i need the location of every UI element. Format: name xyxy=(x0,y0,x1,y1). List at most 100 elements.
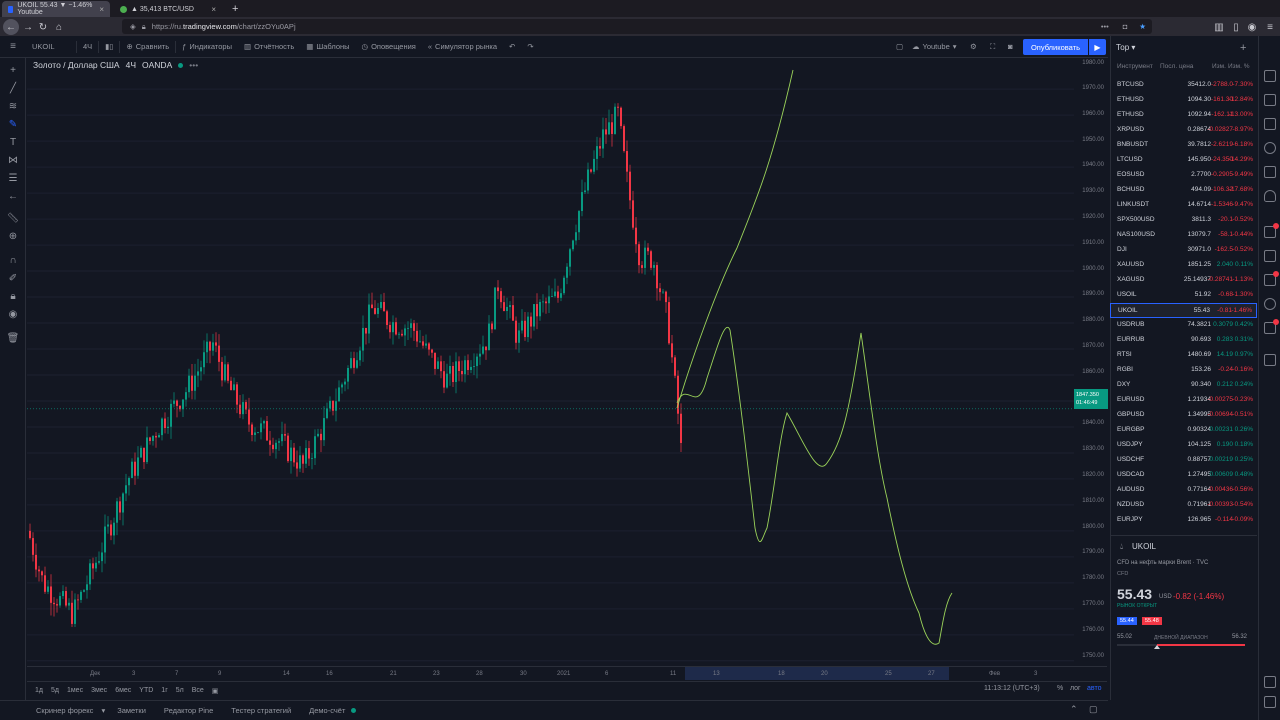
replay-button[interactable]: «Симулятор рынка xyxy=(422,36,503,58)
watchlist-row[interactable]: BNBUSDT 39.7812 -2.6219 -6.18% xyxy=(1110,138,1257,153)
candlestick-chart[interactable] xyxy=(27,58,1074,666)
pattern-icon[interactable]: ⋈ xyxy=(5,154,21,168)
watchlist-row[interactable]: GBPUSD 1.34995 -0.00694 -0.51% xyxy=(1110,408,1257,423)
stream-icon[interactable] xyxy=(1264,298,1276,310)
watchlist-row[interactable]: RTSI 1480.69 14.19 0.97% xyxy=(1110,348,1257,363)
pocket-icon[interactable]: ◘ xyxy=(1123,22,1128,31)
close-tab-icon[interactable]: × xyxy=(211,5,216,14)
forward-arrow-icon[interactable]: → xyxy=(20,19,36,35)
templates-button[interactable]: ▦ Шаблоны xyxy=(300,36,355,58)
clock-display[interactable]: 11:13:12 (UTC+3) xyxy=(984,685,1040,692)
range-button[interactable]: 5д xyxy=(51,687,59,694)
col-last[interactable]: Посл. цена xyxy=(1160,63,1193,70)
maximize-panel-icon[interactable]: ▢ xyxy=(1089,704,1098,715)
watchlist-title[interactable]: Тор ▾ xyxy=(1116,43,1135,52)
news-icon[interactable] xyxy=(1264,118,1276,130)
range-button[interactable]: 1г xyxy=(161,687,167,694)
go-to-date-icon[interactable]: ▣ xyxy=(212,687,219,695)
reload-icon[interactable]: ↻ xyxy=(35,19,51,35)
home-icon[interactable]: ⌂ xyxy=(51,19,67,35)
range-button[interactable]: 1мес xyxy=(67,687,83,694)
watchlist-row[interactable]: USDJPY 104.125 0.190 0.18% xyxy=(1110,438,1257,453)
back-arrow-icon[interactable]: ← xyxy=(3,19,19,35)
log-toggle[interactable]: лог xyxy=(1070,685,1081,692)
watchlist-row[interactable]: EURJPY 126.965 -0.114 -0.09% xyxy=(1110,513,1257,528)
publish-button[interactable]: Опубликовать xyxy=(1023,39,1088,55)
bottom-panel-tab[interactable]: Редактор Pine xyxy=(158,706,219,715)
arrow-left-icon[interactable]: ← xyxy=(5,190,21,204)
watchlist-row[interactable]: LINKUSDT 14.6714 -1.5346 -9.47% xyxy=(1110,198,1257,213)
watchlist-row[interactable]: EURRUB 90.693 0.283 0.31% xyxy=(1110,333,1257,348)
watchlist-row[interactable]: XAGUSD 25.14937 -0.28741 -1.13% xyxy=(1110,273,1257,288)
trend-line-icon[interactable]: ╱ xyxy=(5,82,21,96)
lightbulb-icon[interactable] xyxy=(1264,190,1276,202)
play-icon[interactable]: ▶ xyxy=(1089,39,1106,55)
watchlist-row[interactable]: USDCHF 0.88757 0.00219 0.25% xyxy=(1110,453,1257,468)
compare-button[interactable]: ⊕ Сравнить xyxy=(120,36,175,58)
watchlist-row[interactable]: XRPUSD 0.28674 -0.02827 -8.97% xyxy=(1110,123,1257,138)
bottom-panel-tab[interactable]: Демо-счёт xyxy=(303,706,351,715)
crosshair-icon[interactable]: + xyxy=(5,64,21,78)
watchlist-row[interactable]: USDRUB 74.3821 0.3079 0.42% xyxy=(1110,318,1257,333)
watchlist-row[interactable]: EOSUSD 2.7700 -0.2905 -9.49% xyxy=(1110,168,1257,183)
lock-icon[interactable]: 🔒︎ xyxy=(5,290,21,304)
zoom-in-icon[interactable]: ⊕ xyxy=(5,230,21,244)
candles-style-icon[interactable]: ▮▯ xyxy=(99,36,119,58)
browser-tab-active[interactable]: UKOIL 55.43 ▼ −1.46% Youtube × xyxy=(2,1,110,17)
menu-icon[interactable]: ≡ xyxy=(1262,19,1278,35)
chart-area[interactable] xyxy=(27,58,1104,666)
account-icon[interactable]: ◉ xyxy=(1244,19,1260,35)
watchlist-row[interactable]: SPX500USD 3811.3 -20.1 -0.52% xyxy=(1110,213,1257,228)
range-button[interactable]: Все xyxy=(192,687,204,694)
url-bar[interactable]: ◈ 🔒︎ https://ru.tradingview.com/chart/zz… xyxy=(122,19,1152,34)
collapse-panel-icon[interactable]: ⌃ xyxy=(1070,704,1078,715)
col-pct[interactable]: Изм. % xyxy=(1228,63,1250,70)
watchlist-row[interactable]: BTCUSD 35412.0 -2788.0 -7.30% xyxy=(1110,78,1257,93)
price-axis[interactable]: 1980.00 1970.00 1960.00 1950.00 1940.00 1930.… xyxy=(1074,58,1108,666)
pencil-lock-icon[interactable]: ✐ xyxy=(5,272,21,286)
browser-tab[interactable]: ▲ 35,413 BTC/USD × xyxy=(114,1,222,17)
indicators-button[interactable]: ƒ Индикаторы xyxy=(176,36,238,58)
bottom-panel-tab[interactable]: Скринер форекс xyxy=(30,706,99,715)
financials-button[interactable]: ▥ Отчётность xyxy=(238,36,300,58)
expand-icon[interactable] xyxy=(1264,696,1276,708)
watchlist-row[interactable]: NZDUSD 0.71961 -0.00393 -0.54% xyxy=(1110,498,1257,513)
watchlist-row[interactable]: ETHUSD 1094.30 -161.30 -12.84% xyxy=(1110,93,1257,108)
magnet-icon[interactable]: ∩ xyxy=(5,254,21,268)
eye-icon[interactable]: ◉ xyxy=(5,308,21,322)
watchlist-row[interactable]: ETHUSD 1092.94 -162.11 -13.00% xyxy=(1110,108,1257,123)
range-button[interactable]: 1д xyxy=(35,687,43,694)
interval-button[interactable]: 4Ч xyxy=(77,36,98,58)
watchlist-row[interactable]: NAS100USD 13079.7 -58.1 -0.44% xyxy=(1110,228,1257,243)
col-change[interactable]: Изм. xyxy=(1212,63,1226,70)
brush-icon[interactable]: ✎ xyxy=(5,118,21,132)
new-tab-button[interactable]: + xyxy=(226,1,240,17)
time-axis[interactable]: Дек 3 7 9 14 16 21 23 28 30 2021 6 11 13 18 20 25 27 Фев 3 xyxy=(27,666,1107,680)
col-symbol[interactable]: Инструмент xyxy=(1117,63,1153,70)
bottom-panel-tab[interactable]: Тестер стратегий xyxy=(225,706,297,715)
watchlist-row[interactable]: AUDUSD 0.77164 -0.00436 -0.56% xyxy=(1110,483,1257,498)
undo-icon[interactable]: ↶ xyxy=(503,36,521,58)
page-actions-icon[interactable]: ••• xyxy=(1101,22,1109,31)
fullscreen-icon[interactable]: ⛶ xyxy=(984,36,1001,58)
help-icon[interactable] xyxy=(1264,676,1276,688)
clock-icon[interactable] xyxy=(1264,142,1276,154)
trash-icon[interactable]: 🗑︎ xyxy=(5,332,21,346)
calendar-icon[interactable] xyxy=(1264,94,1276,106)
watchlist-row[interactable]: LTCUSD 145.950 -24.350 -14.29% xyxy=(1110,153,1257,168)
text-icon[interactable]: T xyxy=(5,136,21,150)
watchlist-row[interactable]: USDCAD 1.27495 0.00609 0.48% xyxy=(1110,468,1257,483)
message-icon[interactable] xyxy=(1264,250,1276,262)
watchlist-row[interactable]: XAUUSD 1851.25 2.040 0.11% xyxy=(1110,258,1257,273)
watchlist-row[interactable]: DXY 90.340 0.212 0.24% xyxy=(1110,378,1257,393)
watchlist-row[interactable]: DJI 30971.0 -162.5 -0.52% xyxy=(1110,243,1257,258)
fib-icon[interactable]: ≋ xyxy=(5,100,21,114)
sidebar-icon[interactable]: ▯ xyxy=(1228,19,1244,35)
bookmark-star-icon[interactable]: ★ xyxy=(1139,22,1146,31)
prediction-icon[interactable]: ☰ xyxy=(5,172,21,186)
close-tab-icon[interactable]: × xyxy=(99,5,104,14)
camera-icon[interactable]: ◙ xyxy=(1002,36,1019,58)
hotlist-icon[interactable] xyxy=(1264,166,1276,178)
bell-icon[interactable] xyxy=(1264,354,1276,366)
add-symbol-icon[interactable]: + xyxy=(1240,42,1246,54)
